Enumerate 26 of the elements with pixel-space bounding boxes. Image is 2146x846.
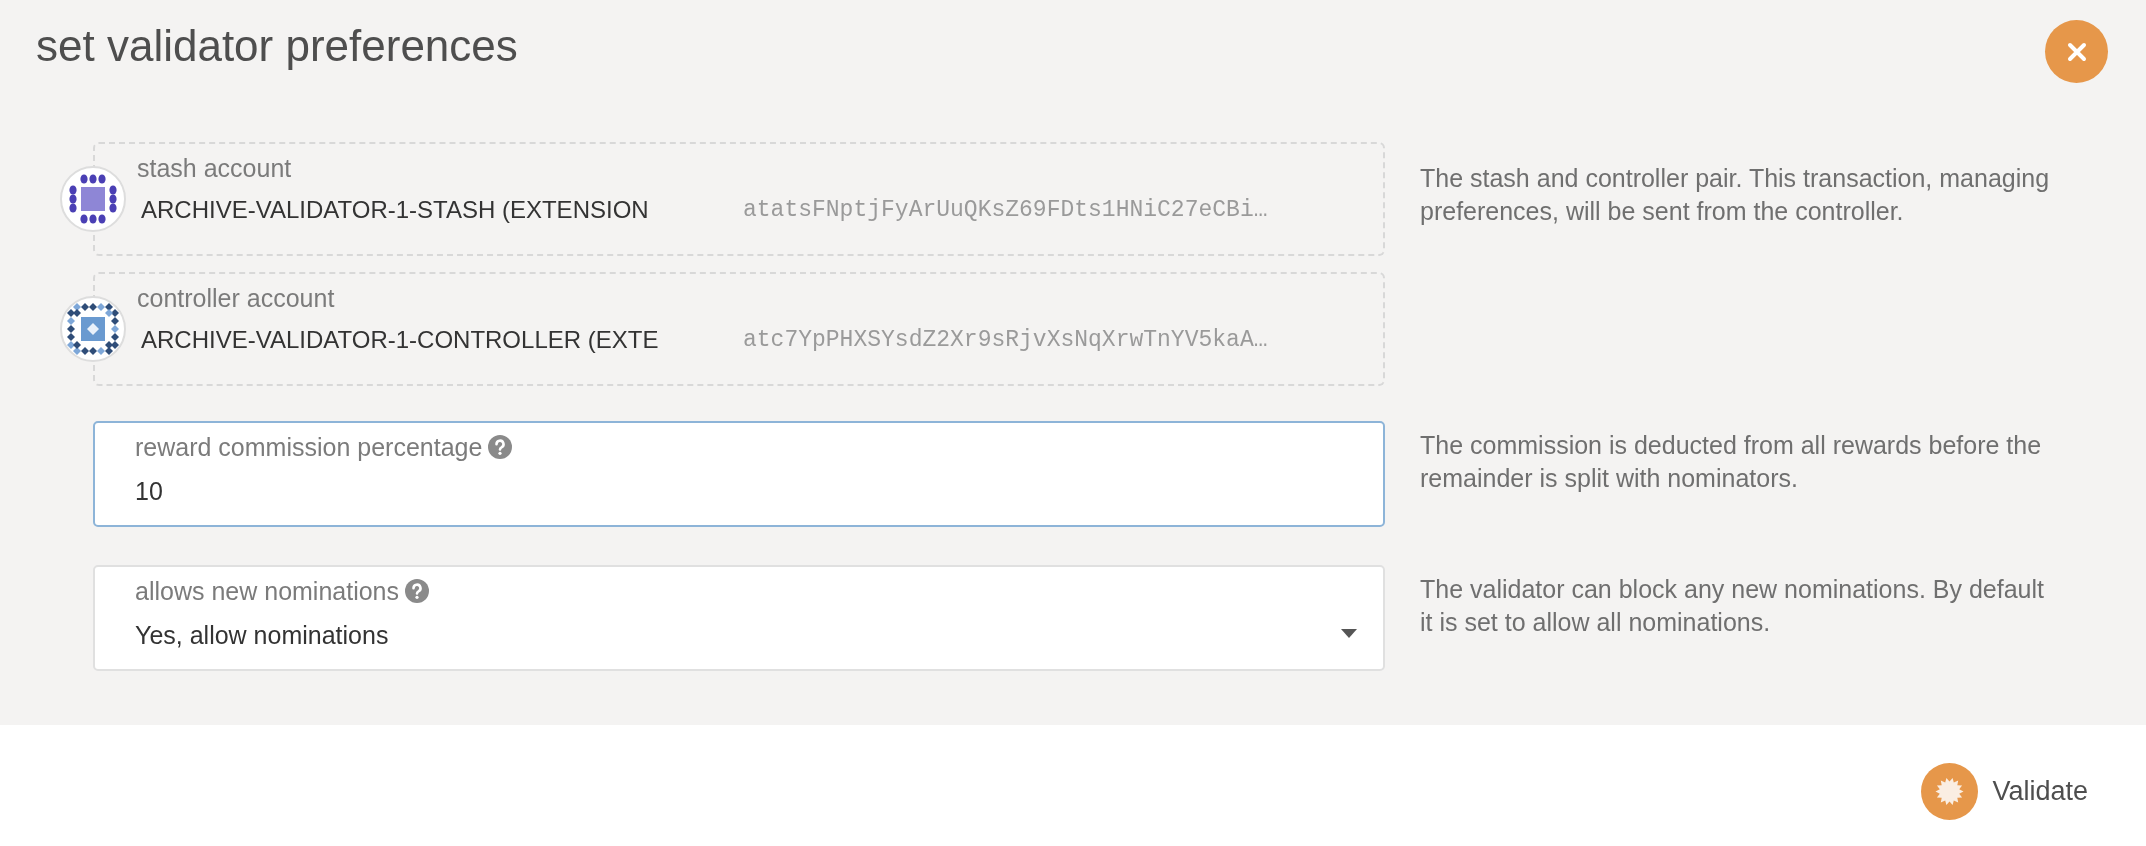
dropdown[interactable]: allows new nominations Yes, allow nominations — [93, 565, 1385, 671]
close-icon — [2065, 40, 2088, 63]
account-name: ARCHIVE-VALIDATOR-1-STASH (EXTENSION — [141, 196, 649, 223]
account-field[interactable]: controller account ARCHIVE-VALIDATOR-1-CONTROLLER (EXTE atc7YpPHXSYsdZ2Xr9sRjvXsNqXrwTnYV5kaA… — [93, 272, 1385, 386]
help-icon[interactable] — [405, 579, 430, 603]
field-label: controller account — [137, 283, 335, 314]
account-address: atc7YpPHXSYsdZ2Xr9sRjvXsNqXrwTnYV5kaA… — [743, 325, 1268, 355]
field-label: allows new nominations — [135, 576, 400, 607]
help-text: The validator can block any new nominations. By default it is set to allow all nominations. — [1420, 574, 2045, 638]
account-field[interactable]: stash account ARCHIVE-VALIDATOR-1-STASH (EXTENSION atatsFNptjFyArUuQKsZ69FDts1HNiC27eCBi… — [93, 142, 1385, 256]
field-label: reward commission percentage — [135, 432, 483, 463]
account-address: atatsFNptjFyArUuQKsZ69FDts1HNiC27eCBi… — [743, 195, 1268, 225]
validate-button[interactable]: Validate — [1921, 763, 2088, 820]
account-name: ARCHIVE-VALIDATOR-1-CONTROLLER (EXTE — [141, 326, 659, 353]
help-text: The commission is deducted from all rewards before the remainder is split with nominators. — [1420, 430, 2043, 494]
input-field[interactable]: reward commission percentage 10 — [93, 421, 1385, 527]
avatar-icon — [60, 166, 126, 232]
field-label: stash account — [137, 153, 292, 184]
help-icon[interactable] — [488, 435, 513, 459]
caret-icon — [1341, 629, 1357, 638]
sunburst-icon — [1921, 763, 1979, 820]
field-value: Yes, allow nominations — [135, 620, 389, 651]
field-value: 10 — [135, 476, 163, 507]
avatar-icon — [60, 296, 126, 362]
help-text: The stash and controller pair. This transaction, managing preferences, will be sent from the controller. — [1420, 163, 2050, 227]
dialog-title: set validator preferences — [36, 20, 518, 72]
